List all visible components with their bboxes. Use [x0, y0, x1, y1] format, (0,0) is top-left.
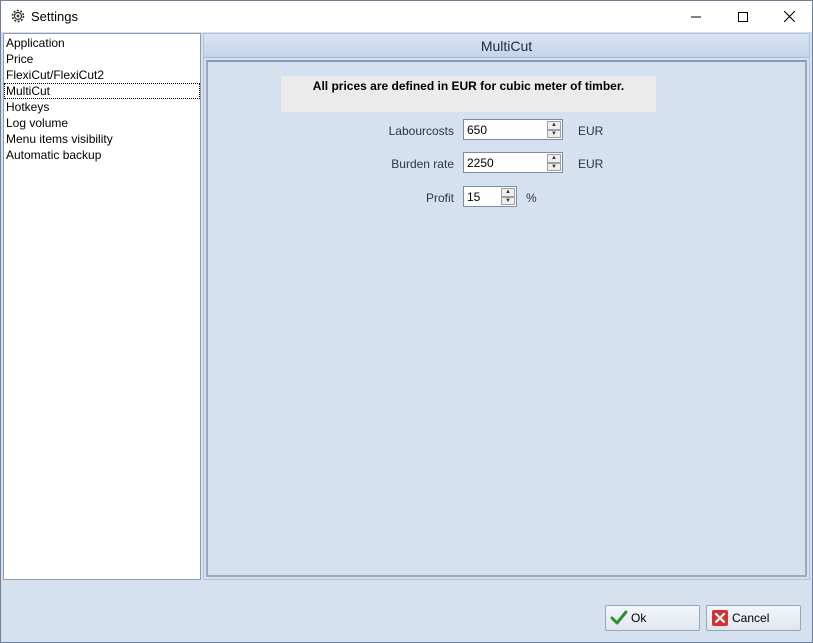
- close-icon: [783, 11, 795, 22]
- minimize-icon: [691, 16, 701, 17]
- nav-item-application[interactable]: Application: [4, 35, 200, 51]
- spin-down-icon[interactable]: ▼: [547, 162, 561, 171]
- burden-rate-label: Burden rate: [391, 157, 454, 171]
- window-title: Settings: [31, 9, 78, 24]
- profit-label: Profit: [425, 191, 454, 205]
- minimize-button[interactable]: [673, 1, 719, 32]
- title-bar[interactable]: Settings: [1, 1, 812, 32]
- profit-value[interactable]: 15: [467, 190, 480, 204]
- burden-rate-unit: EUR: [578, 157, 604, 171]
- ok-button[interactable]: Ok: [605, 605, 700, 631]
- spin-up-icon[interactable]: ▲: [547, 154, 561, 163]
- profit-stepper[interactable]: 15 ▲ ▼: [463, 186, 517, 207]
- maximize-icon: [738, 11, 748, 22]
- maximize-button[interactable]: [720, 1, 766, 32]
- close-button[interactable]: [766, 1, 812, 32]
- panel-title: MultiCut: [204, 34, 809, 58]
- cancel-label: Cancel: [732, 611, 770, 625]
- spin-up-icon[interactable]: ▲: [547, 121, 561, 130]
- ok-label: Ok: [631, 611, 647, 625]
- nav-item-multicut[interactable]: MultiCut: [4, 83, 200, 99]
- cancel-x-icon: [712, 610, 728, 626]
- checkmark-icon: [610, 610, 628, 625]
- profit-unit: %: [526, 191, 537, 205]
- settings-window: Settings Application Price FlexiCut/Flex…: [0, 0, 813, 643]
- settings-panel: MultiCut All prices are defined in EUR f…: [203, 33, 810, 580]
- cancel-button[interactable]: Cancel: [706, 605, 801, 631]
- burden-rate-stepper[interactable]: 2250 ▲ ▼: [463, 152, 563, 173]
- labourcosts-stepper[interactable]: 650 ▲ ▼: [463, 119, 563, 140]
- nav-item-automatic-backup[interactable]: Automatic backup: [4, 147, 200, 163]
- labourcosts-value[interactable]: 650: [467, 123, 487, 137]
- spin-up-icon[interactable]: ▲: [501, 188, 515, 197]
- gear-icon: [11, 9, 25, 23]
- spin-down-icon[interactable]: ▼: [501, 196, 515, 205]
- spin-down-icon[interactable]: ▼: [547, 129, 561, 138]
- nav-item-hotkeys[interactable]: Hotkeys: [4, 99, 200, 115]
- labourcosts-label: Labourcosts: [388, 124, 454, 138]
- nav-item-price[interactable]: Price: [4, 51, 200, 67]
- price-notice: All prices are defined in EUR for cubic …: [281, 76, 656, 112]
- nav-item-flexicut[interactable]: FlexiCut/FlexiCut2: [4, 67, 200, 83]
- nav-item-log-volume[interactable]: Log volume: [4, 115, 200, 131]
- labourcosts-unit: EUR: [578, 124, 604, 138]
- panel-body: All prices are defined in EUR for cubic …: [206, 60, 807, 577]
- settings-category-list[interactable]: Application Price FlexiCut/FlexiCut2 Mul…: [3, 33, 201, 580]
- nav-item-menu-items-visibility[interactable]: Menu items visibility: [4, 131, 200, 147]
- burden-rate-value[interactable]: 2250: [467, 156, 494, 170]
